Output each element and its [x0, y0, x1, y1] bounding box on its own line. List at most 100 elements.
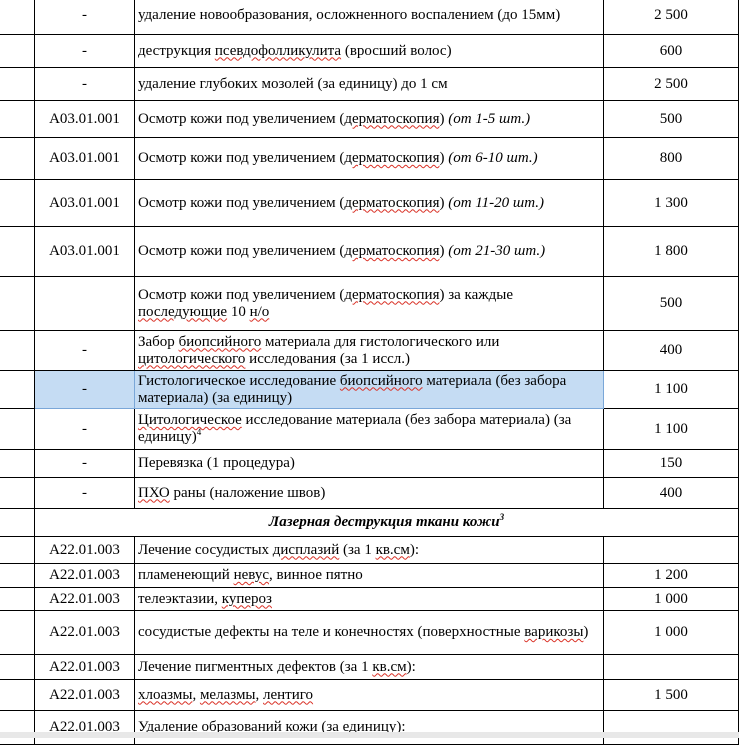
service-name-cell[interactable]: ПХО раны (наложение швов)	[134, 477, 604, 509]
service-code-cell[interactable]: -	[34, 449, 135, 478]
price-cell[interactable]: 1 800	[603, 226, 739, 277]
service-code-cell[interactable]: -	[34, 370, 135, 409]
service-code-cell[interactable]: A22.01.003	[34, 563, 135, 588]
price-cell[interactable]: 1 200	[603, 563, 739, 588]
price-cell[interactable]	[603, 654, 739, 680]
service-name-cell[interactable]: Удаление образований кожи (за единицу):	[134, 710, 604, 745]
text-run: лентиго	[263, 686, 314, 703]
text-run: н/о	[249, 303, 270, 320]
service-name-cell[interactable]: деструкция псевдофолликулита (вросший во…	[134, 34, 604, 68]
service-name-cell[interactable]: Перевязка (1 процедура)	[134, 449, 604, 478]
price-cell[interactable]: 2 500	[603, 0, 739, 35]
service-code-cell[interactable]: A22.01.003	[34, 536, 135, 564]
price-cell[interactable]: 1 100	[603, 408, 739, 450]
row-number-cell[interactable]: 490	[0, 137, 35, 180]
section-title[interactable]: Лазерная деструкция ткани кожи3	[34, 508, 739, 537]
service-name-cell[interactable]: Осмотр кожи под увеличением (дерматоскоп…	[134, 137, 604, 180]
price-cell[interactable]: 1 300	[603, 179, 739, 227]
service-code-cell[interactable]: A03.01.001	[34, 226, 135, 277]
service-code-cell[interactable]: A22.01.003	[34, 610, 135, 655]
text-run: (за 1	[339, 541, 376, 558]
service-name-cell[interactable]: телеэктазии, купероз	[134, 587, 604, 611]
row-number-cell[interactable]	[0, 710, 35, 745]
price-cell[interactable]: 800	[603, 137, 739, 180]
row-number-cell[interactable]: 492	[0, 226, 35, 277]
service-code-cell[interactable]: A03.01.001	[34, 100, 135, 138]
text-run: невус	[233, 567, 269, 583]
text-run: , винное пятно	[269, 567, 363, 583]
service-name-cell[interactable]: Лечение пигментных дефектов (за 1 кв.см)…	[134, 654, 604, 680]
text-run: дерматоскопия	[344, 194, 440, 211]
row-number-cell[interactable]: 498	[0, 477, 35, 509]
row-number-cell[interactable]: 489	[0, 100, 35, 138]
price-cell[interactable]: 150	[603, 449, 739, 478]
text-run: удаление глубоких мозолей (за единицу) д…	[138, 75, 448, 92]
service-code-cell[interactable]: A22.01.003	[34, 710, 135, 745]
price-cell[interactable]: 1 100	[603, 370, 739, 409]
text-run: сосудистые дефекты на теле и конечностях…	[138, 624, 525, 640]
table-row: 498-ПХО раны (наложение швов)400	[0, 477, 739, 509]
service-code-cell[interactable]: -	[34, 0, 135, 35]
row-number-cell[interactable]: 500	[0, 587, 35, 611]
text-run: (вросший волос)	[341, 42, 452, 59]
text-run: ) за каждые	[439, 286, 513, 303]
price-cell[interactable]: 600	[603, 34, 739, 68]
row-number-cell[interactable]	[0, 508, 35, 537]
service-name-cell[interactable]: хлоазмы, мелазмы, лентиго	[134, 679, 604, 711]
service-name-cell[interactable]: Лечение сосудистых дисплазий (за 1 кв.см…	[134, 536, 604, 564]
row-number-cell[interactable]: 487	[0, 34, 35, 68]
section-row: Лазерная деструкция ткани кожи3	[0, 508, 739, 537]
service-code-cell[interactable]	[34, 276, 135, 331]
row-number-cell[interactable]: 499	[0, 563, 35, 588]
row-number-cell[interactable]: 494	[0, 330, 35, 371]
service-name-cell[interactable]: Забор биопсийного материала для гистолог…	[134, 330, 604, 371]
service-name-cell[interactable]: Цитологическое исследование материала (б…	[134, 408, 604, 450]
price-cell[interactable]: 1 500	[603, 679, 739, 711]
service-name-cell[interactable]: сосудистые дефекты на теле и конечностях…	[134, 610, 604, 655]
service-code-cell[interactable]: -	[34, 330, 135, 371]
price-cell[interactable]: 1 000	[603, 610, 739, 655]
service-code-cell[interactable]: A22.01.003	[34, 679, 135, 711]
service-code-cell[interactable]: A03.01.001	[34, 179, 135, 227]
service-code-cell[interactable]: -	[34, 67, 135, 101]
service-name-cell[interactable]: Гистологическое исследование биопсийного…	[134, 370, 604, 409]
service-name-cell[interactable]: пламенеющий невус, винное пятно	[134, 563, 604, 588]
service-code-cell[interactable]: A22.01.003	[34, 587, 135, 611]
row-number-cell[interactable]	[0, 536, 35, 564]
row-number-cell[interactable]: 497	[0, 449, 35, 478]
service-name-cell[interactable]: Осмотр кожи под увеличением (дерматоскоп…	[134, 226, 604, 277]
row-number-cell[interactable]: 501	[0, 610, 35, 655]
row-number-cell[interactable]: 491	[0, 179, 35, 227]
service-name-cell[interactable]: Осмотр кожи под увеличением (дерматоскоп…	[134, 276, 604, 331]
row-number-cell[interactable]: 495	[0, 370, 35, 409]
service-code-cell[interactable]: A22.01.003	[34, 654, 135, 680]
service-name-cell[interactable]: Осмотр кожи под увеличением (дерматоскоп…	[134, 100, 604, 138]
price-cell[interactable]: 500	[603, 276, 739, 331]
price-cell[interactable]	[603, 536, 739, 564]
price-cell[interactable]: 500	[603, 100, 739, 138]
table-row: 487-деструкция псевдофолликулита (вросши…	[0, 34, 739, 68]
text-run: цитологического	[138, 350, 246, 367]
text-run: исследования (за 1 иссл.)	[245, 350, 410, 367]
service-name-cell[interactable]: удаление глубоких мозолей (за единицу) д…	[134, 67, 604, 101]
price-cell[interactable]: 1 000	[603, 587, 739, 611]
service-code-cell[interactable]: -	[34, 34, 135, 68]
row-number-cell[interactable]: 493	[0, 276, 35, 331]
service-name-cell[interactable]: Осмотр кожи под увеличением (дерматоскоп…	[134, 179, 604, 227]
row-number-cell[interactable]: 496	[0, 408, 35, 450]
row-number-cell[interactable]: 486	[0, 0, 35, 35]
service-code-cell[interactable]: -	[34, 408, 135, 450]
price-cell[interactable]: 2 500	[603, 67, 739, 101]
text-run: (от 21-30 шт.)	[448, 243, 546, 259]
price-cell[interactable]: 400	[603, 477, 739, 509]
row-number-cell[interactable]	[0, 654, 35, 680]
service-code-cell[interactable]: A03.01.001	[34, 137, 135, 180]
text-run: ПХО	[138, 484, 170, 501]
service-name-cell[interactable]: удаление новообразования, осложненного в…	[134, 0, 604, 35]
service-code-cell[interactable]: -	[34, 477, 135, 509]
price-cell[interactable]: 400	[603, 330, 739, 371]
row-number-cell[interactable]: 502	[0, 679, 35, 711]
price-cell[interactable]	[603, 710, 739, 745]
text-run: )	[439, 110, 449, 127]
row-number-cell[interactable]: 488	[0, 67, 35, 101]
